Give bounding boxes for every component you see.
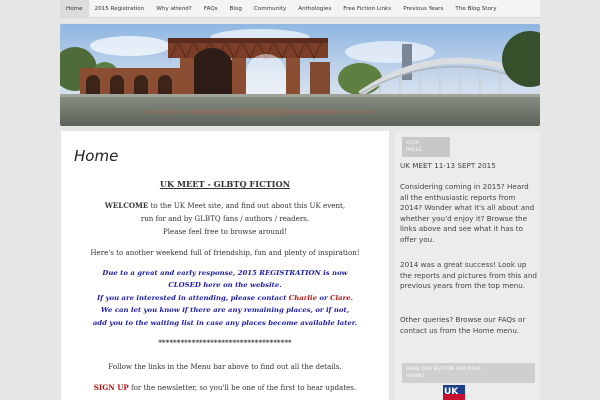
- grab-line-1: GRAB OUR BUTTON FOR YOUR: [406, 367, 481, 372]
- notice-or-text: or: [317, 294, 331, 302]
- welcome-line-1: WELCOME to the UK Meet site, and find ou…: [61, 201, 389, 210]
- nav-item-faqs[interactable]: FAQs: [198, 0, 224, 17]
- nav-item-2015-registration[interactable]: 2015 Registration: [89, 0, 151, 17]
- sidebar: STOP PRESS UK MEET 11-13 SEPT 2015 Consi…: [395, 131, 540, 400]
- page-title: Home: [74, 147, 119, 165]
- stop-press-line-1: STOP: [406, 141, 419, 146]
- nav-item-blog[interactable]: Blog: [224, 0, 248, 17]
- nav-item-the-blog-story[interactable]: The Blog Story: [449, 0, 502, 17]
- nav-item-anthologies[interactable]: Anthologies: [292, 0, 337, 17]
- signup-link[interactable]: SIGN UP: [94, 383, 129, 392]
- notice-period: .: [350, 294, 354, 302]
- nav-item-free-fiction-links[interactable]: Free Fiction Links: [337, 0, 397, 17]
- notice-contact-text: If you are interested in attending, plea…: [96, 294, 289, 302]
- sidebar-paragraph-1: Considering coming in 2015? Heard all th…: [400, 182, 535, 244]
- stop-press-badge: STOP PRESS: [402, 137, 450, 157]
- stop-press-line-2: PRESS: [406, 148, 422, 153]
- canal-viaduct-photo: [60, 24, 540, 126]
- uk-logo-text: UK: [444, 387, 459, 397]
- event-dates: UK MEET 11-13 SEPT 2015: [400, 161, 496, 170]
- welcome-bold: WELCOME: [104, 201, 149, 210]
- nav-item-why-attend[interactable]: Why attend?: [150, 0, 198, 17]
- welcome-line-2: run for and by GLBTQ fans / authors / re…: [140, 214, 310, 223]
- notice-line-4: We can let you know if there are any rem…: [100, 306, 350, 314]
- grab-button-badge: GRAB OUR BUTTON FOR YOUR PROMO: [402, 363, 535, 383]
- welcome-line-3: Please feel free to browse around!: [163, 227, 287, 236]
- notice-line-5: add you to the waiting list in case any …: [92, 319, 358, 327]
- separator-stars: ************************************: [158, 338, 292, 347]
- nav-item-previous-years[interactable]: Previous Years: [397, 0, 449, 17]
- weekend-text: Here's to another weekend full of friend…: [90, 248, 360, 257]
- notice-line-2: CLOSED here on the website.: [168, 281, 282, 289]
- notice-line-1: Due to a great and early response, 2015 …: [102, 269, 348, 277]
- contact-clare-link[interactable]: Clare: [330, 294, 351, 302]
- contact-charlie-link[interactable]: Charlie: [289, 294, 317, 302]
- follow-links-text: Follow the links in the Menu bar above t…: [108, 362, 342, 371]
- main-content: Home UK MEET - GLBTQ FICTION WELCOME to …: [61, 131, 389, 400]
- notice-line-3: If you are interested in attending, plea…: [61, 294, 389, 302]
- signup-rest: for the newsletter, so you'll be one of …: [128, 383, 357, 392]
- uk-meet-logo-button[interactable]: UK: [443, 385, 465, 400]
- welcome-rest: to the UK Meet site, and find out about …: [148, 201, 346, 210]
- nav-item-home[interactable]: Home: [60, 0, 89, 17]
- nav-item-community[interactable]: Community: [248, 0, 292, 17]
- sidebar-paragraph-3: Other queries? Browse our FAQs or contac…: [400, 315, 526, 335]
- header-banner-image: [60, 24, 540, 126]
- grab-line-2: PROMO: [406, 374, 425, 379]
- uk-logo-graphic: UK: [443, 385, 465, 400]
- signup-line: SIGN UP for the newsletter, so you'll be…: [61, 383, 389, 392]
- site-heading: UK MEET - GLBTQ FICTION: [159, 179, 291, 189]
- top-nav: Home 2015 Registration Why attend? FAQs Blog…: [60, 0, 540, 18]
- sidebar-paragraph-2: 2014 was a great success! Look up the re…: [400, 260, 537, 291]
